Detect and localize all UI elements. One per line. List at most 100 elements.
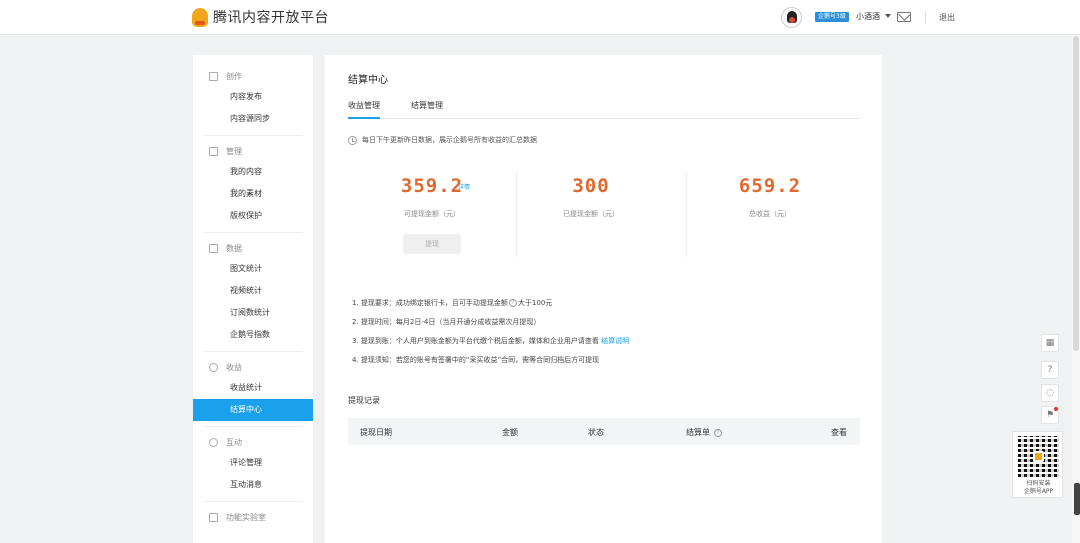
avatar[interactable]: [781, 7, 802, 28]
settlement-guide-link[interactable]: 结算说明: [601, 337, 629, 345]
column-header-date: 提现日期: [360, 428, 392, 437]
sidebar-group-label: 管理: [226, 146, 242, 156]
notification-dot: [1054, 407, 1058, 411]
column-header-label: 结算单: [686, 428, 710, 437]
records-title: 提现记录: [348, 396, 380, 405]
sidebar-group-interaction: 互动: [193, 432, 313, 452]
sidebar-item-my-content[interactable]: 我的内容: [193, 161, 313, 183]
rule-item: 1. 提现要求：成功绑定银行卡，且可手动提现金额? 大于100元: [352, 299, 872, 318]
sidebar-divider: [203, 135, 303, 136]
sidebar-item-source-sync[interactable]: 内容源同步: [193, 108, 313, 130]
app-qr-card: 扫码安装 企鹅号APP: [1012, 431, 1063, 498]
stat-label: 总收益（元）: [749, 210, 791, 218]
sidebar-divider: [203, 232, 303, 233]
help-icon[interactable]: ?: [713, 428, 722, 437]
username[interactable]: 小酒酒: [856, 11, 880, 22]
sidebar-group-label: 数据: [226, 243, 242, 253]
column-header-statement: 结算单 ?: [686, 427, 723, 438]
manage-icon: [209, 146, 218, 156]
sidebar-item-subscriber-stats[interactable]: 订阅数统计: [193, 302, 313, 324]
column-header-status: 状态: [588, 428, 604, 437]
qr-caption-line: 扫码安装: [1026, 480, 1051, 487]
sidebar-item-copyright[interactable]: 版权保护: [193, 205, 313, 227]
rule-text: 1. 提现要求：成功绑定银行卡，且可手动提现金额: [352, 299, 508, 307]
qr-caption-line: 企鹅号APP: [1023, 488, 1054, 495]
sidebar-divider: [203, 426, 303, 427]
rule-text: 2. 提现时间：每月2日-4日（当月开通分成收益需次月提现）: [352, 318, 541, 326]
tabs-divider: [348, 118, 860, 119]
sidebar-group-manage: 管理: [193, 141, 313, 161]
stat-label: 已提现金额（元）: [563, 210, 619, 218]
update-notice: 每日下午更新昨日数据，展示企鹅号所有收益的汇总数据: [348, 135, 537, 145]
withdraw-button[interactable]: 提现: [403, 234, 461, 254]
page-title: 结算中心: [348, 75, 388, 86]
lab-icon: [209, 512, 218, 522]
sidebar: 创作 内容发布 内容源同步 管理 我的内容 我的素材 版权保护 数据 图文统计 …: [193, 55, 313, 543]
scrollbar-thumb[interactable]: [1073, 36, 1079, 351]
main-panel: 结算中心 收益管理 结算管理 每日下午更新昨日数据，展示企鹅号所有收益的汇总数据…: [325, 55, 882, 543]
sidebar-divider: [203, 501, 303, 502]
side-widget-tab[interactable]: [1074, 483, 1080, 515]
sidebar-item-article-stats[interactable]: 图文统计: [193, 258, 313, 280]
divider: [925, 11, 926, 24]
tab-settlement-management[interactable]: 结算管理: [411, 100, 443, 111]
records-table-header: 提现日期 金额 状态 结算单 ? 查看: [348, 418, 860, 445]
column-header-amount: 金额: [502, 428, 518, 437]
logo-text: 腾讯内容开放平台: [213, 10, 329, 26]
sidebar-item-my-materials[interactable]: 我的素材: [193, 183, 313, 205]
chart-icon: [209, 243, 218, 253]
stat-value: 300: [572, 175, 610, 197]
sidebar-item-revenue-stats[interactable]: 收益统计: [193, 377, 313, 399]
rule-item: 2. 提现时间：每月2日-4日（当月开通分成收益需次月提现）: [352, 318, 872, 337]
edit-icon: [209, 71, 218, 81]
sidebar-item-penguin-index[interactable]: 企鹅号指数: [193, 324, 313, 346]
sidebar-item-messages[interactable]: 互动消息: [193, 474, 313, 496]
clock-icon: [348, 135, 357, 145]
logout-link[interactable]: 退出: [939, 12, 955, 23]
stat-value: 359.2: [400, 175, 464, 197]
help-icon[interactable]: ?: [1041, 361, 1059, 379]
user-area: 企鹅号3级 小酒酒 退出: [680, 0, 1080, 35]
top-bar: 腾讯内容开放平台 企鹅号3级 小酒酒 退出: [0, 0, 1080, 35]
notice-text: 每日下午更新昨日数据，展示企鹅号所有收益的汇总数据: [362, 136, 537, 144]
sidebar-group-create: 创作: [193, 66, 313, 86]
level-badge: 企鹅号3级: [815, 12, 849, 22]
sidebar-item-lab[interactable]: 功能实验室: [193, 507, 313, 527]
sidebar-item-video-stats[interactable]: 视频统计: [193, 280, 313, 302]
active-tab-indicator: [348, 117, 380, 119]
caret-down-icon[interactable]: [885, 14, 891, 18]
stat-total-revenue: 659.2 总收益（元）: [685, 175, 855, 219]
sidebar-divider: [203, 351, 303, 352]
detail-link[interactable]: 详情: [458, 182, 470, 191]
rule-text: 3. 提现到账：个人用户到账金额为平台代缴个税后金额，媒体和企业用户请查看: [352, 337, 599, 345]
coin-icon: [209, 362, 218, 372]
chat-icon: [209, 437, 218, 447]
qr-caption: 扫码安装 企鹅号APP: [1013, 480, 1064, 496]
sidebar-item-publish[interactable]: 内容发布: [193, 86, 313, 108]
sidebar-group-data: 数据: [193, 238, 313, 258]
mail-icon[interactable]: [897, 12, 911, 22]
penguin-logo-icon: [1033, 451, 1044, 462]
column-header-view: 查看: [831, 428, 847, 437]
rule-text: 大于100元: [517, 299, 553, 307]
sidebar-item-comments[interactable]: 评论管理: [193, 452, 313, 474]
rule-text: 4. 提现须知：若您的账号有签署中的“采买收益”合同，需等合同归档后方可提现: [352, 356, 600, 364]
stat-value: 659.2: [738, 175, 802, 197]
qrcode-icon[interactable]: ▦: [1041, 334, 1059, 352]
withdraw-rules: 1. 提现要求：成功绑定银行卡，且可手动提现金额? 大于100元 2. 提现时间：…: [352, 299, 872, 375]
rule-item: 3. 提现到账：个人用户到账金额为平台代缴个税后金额，媒体和企业用户请查看 结算…: [352, 337, 872, 356]
help-icon[interactable]: ?: [508, 299, 517, 307]
sidebar-group-label: 收益: [226, 362, 242, 372]
rule-item: 4. 提现须知：若您的账号有签署中的“采买收益”合同，需等合同归档后方可提现: [352, 356, 872, 375]
comment-icon[interactable]: ◌: [1041, 384, 1059, 402]
logo[interactable]: 腾讯内容开放平台: [192, 7, 329, 27]
sidebar-item-settlement-center[interactable]: 结算中心: [193, 399, 313, 421]
stat-withdrawable: 359.2 可提现金额（元）: [347, 175, 517, 219]
flag-icon[interactable]: ⚑: [1041, 406, 1059, 424]
stat-withdrawn: 300 已提现金额（元）: [506, 175, 676, 219]
tab-revenue-management[interactable]: 收益管理: [348, 100, 380, 111]
sidebar-group-label: 功能实验室: [226, 512, 266, 522]
sidebar-group-revenue: 收益: [193, 357, 313, 377]
sidebar-group-label: 创作: [226, 71, 242, 81]
stat-label: 可提现金额（元）: [404, 210, 460, 218]
